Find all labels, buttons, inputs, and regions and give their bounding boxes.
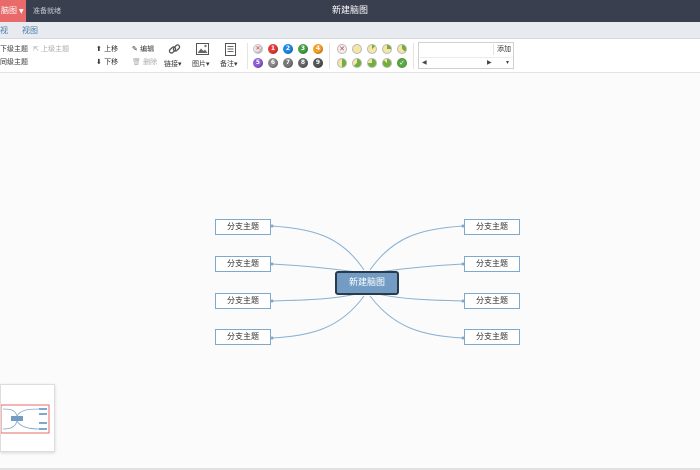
title-bar: 脑图 ▼ 准备就绪 新建脑图 xyxy=(0,0,700,22)
progress-2-icon[interactable] xyxy=(382,44,392,54)
delete-label: 删除 xyxy=(143,58,158,66)
mindmap-canvas[interactable]: 分支主题 分支主题 分支主题 分支主题 分支主题 分支主题 分支主题 分支主题 … xyxy=(0,74,700,468)
toolbar-divider xyxy=(413,43,414,69)
priority-8-icon[interactable]: 8 xyxy=(298,58,308,68)
priority-2-icon[interactable]: 2 xyxy=(283,44,293,54)
link-caret-icon: ▾ xyxy=(178,60,182,68)
note-button[interactable]: 备注▾ xyxy=(220,59,238,69)
progress-6-icon[interactable] xyxy=(367,58,377,68)
branch-topic-right-2[interactable]: 分支主题 xyxy=(464,256,520,272)
add-resource-button[interactable]: 添加 xyxy=(495,44,513,55)
trash-icon: 🗑 xyxy=(132,58,141,66)
link-label: 链接 xyxy=(164,60,178,68)
insert-sibling-button[interactable]: 同级主题 xyxy=(0,57,28,67)
move-down-button[interactable]: ⬇ 下移 xyxy=(96,57,118,67)
insert-child-button[interactable]: 下级主题 xyxy=(0,44,28,54)
move-up-button[interactable]: ⬆ 上移 xyxy=(96,44,118,54)
progress-7-icon[interactable] xyxy=(382,58,392,68)
priority-7-icon[interactable]: 7 xyxy=(283,58,293,68)
image-button[interactable]: 图片▾ xyxy=(192,59,210,69)
note-icon xyxy=(225,43,236,56)
minimap-preview xyxy=(0,404,50,434)
connector-right-4 xyxy=(369,295,464,339)
priority-5-icon[interactable]: 5 xyxy=(253,58,263,68)
progress-5-icon[interactable] xyxy=(352,58,362,68)
root-topic[interactable]: 新建脑图 xyxy=(335,271,399,295)
image-caret-icon: ▾ xyxy=(206,60,210,68)
priority-3-icon[interactable]: 3 xyxy=(298,44,308,54)
progress-1-icon[interactable] xyxy=(367,44,377,54)
branch-topic-left-4[interactable]: 分支主题 xyxy=(215,329,271,345)
resource-selector[interactable]: ◀ ▶ ▾ xyxy=(420,57,513,68)
priority-6-icon[interactable]: 6 xyxy=(268,58,278,68)
connector-right-1 xyxy=(369,225,464,271)
navigator-minimap[interactable] xyxy=(0,384,55,452)
pencil-icon: ✎ xyxy=(132,45,138,53)
delete-button[interactable]: 🗑 删除 xyxy=(132,57,157,67)
insert-parent-label: 上级主题 xyxy=(41,45,70,53)
insert-parent-button[interactable]: ⇱ 上级主题 xyxy=(33,44,69,54)
chevron-down-icon[interactable]: ▾ xyxy=(506,59,509,66)
triangle-left-icon[interactable]: ◀ xyxy=(422,59,427,66)
progress-done-icon[interactable]: ✓ xyxy=(397,58,407,68)
toolbar-divider xyxy=(247,43,248,69)
connector-left-4 xyxy=(271,295,365,339)
resource-panel: 添加 ◀ ▶ ▾ xyxy=(418,42,514,69)
tab-bar: 视 视图 xyxy=(0,22,700,39)
link-button[interactable]: 链接▾ xyxy=(164,59,182,69)
document-title: 新建脑图 xyxy=(331,6,368,16)
tab-idea[interactable]: 视 xyxy=(0,22,8,39)
connector-left-1 xyxy=(271,225,365,271)
edit-label: 编辑 xyxy=(140,45,155,53)
priority-clear-icon[interactable]: ✕ xyxy=(253,44,263,54)
note-label: 备注 xyxy=(220,60,234,68)
priority-4-icon[interactable]: 4 xyxy=(313,44,323,54)
tab-view[interactable]: 视图 xyxy=(22,22,38,39)
toolbar: 下级主题 同级主题 ⇱ 上级主题 ⬆ 上移 ⬇ 下移 ✎ 编辑 🗑 删除 链接▾… xyxy=(0,39,700,73)
connector-right-3 xyxy=(377,293,464,302)
branch-topic-left-1[interactable]: 分支主题 xyxy=(215,219,271,235)
progress-0-icon[interactable] xyxy=(352,44,362,54)
image-icon xyxy=(196,43,209,55)
branch-topic-right-4[interactable]: 分支主题 xyxy=(464,329,520,345)
connector-left-3 xyxy=(271,293,357,302)
link-icon xyxy=(168,44,181,54)
resource-input[interactable] xyxy=(420,44,494,55)
arrow-up-icon: ⬆ xyxy=(96,45,102,53)
progress-3-icon[interactable] xyxy=(397,44,407,54)
insert-parent-icon: ⇱ xyxy=(33,45,39,53)
arrow-down-icon: ⬇ xyxy=(96,58,102,66)
triangle-right-icon[interactable]: ▶ xyxy=(487,59,492,66)
toolbar-divider xyxy=(329,43,330,69)
branch-topic-left-2[interactable]: 分支主题 xyxy=(215,256,271,272)
progress-4-icon[interactable] xyxy=(337,58,347,68)
branch-topic-left-3[interactable]: 分支主题 xyxy=(215,293,271,309)
priority-1-icon[interactable]: 1 xyxy=(268,44,278,54)
priority-9-icon[interactable]: 9 xyxy=(313,58,323,68)
move-up-label: 上移 xyxy=(104,45,119,53)
note-caret-icon: ▾ xyxy=(234,60,238,68)
move-down-label: 下移 xyxy=(104,58,119,66)
branch-topic-right-1[interactable]: 分支主题 xyxy=(464,219,520,235)
branch-topic-right-3[interactable]: 分支主题 xyxy=(464,293,520,309)
edit-button[interactable]: ✎ 编辑 xyxy=(132,44,154,54)
image-label: 图片 xyxy=(192,60,206,68)
progress-clear-icon[interactable]: ✕ xyxy=(337,44,347,54)
